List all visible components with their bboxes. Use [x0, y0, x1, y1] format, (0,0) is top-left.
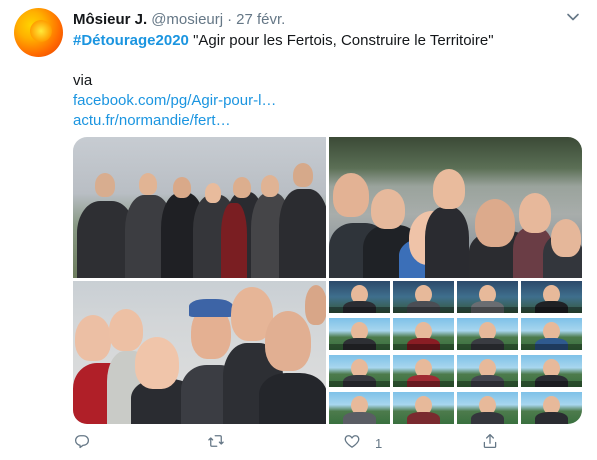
separator-dot: ·: [227, 10, 233, 28]
heart-icon: [343, 432, 361, 455]
reply-button[interactable]: [73, 432, 91, 454]
tweet-actions: 1: [73, 432, 503, 454]
tweet[interactable]: Môsieur J. @mosieurj · 27 févr. #Détoura…: [0, 0, 597, 460]
handle[interactable]: @mosieurj: [151, 11, 223, 28]
photo-faces[interactable]: [73, 281, 326, 424]
actu-link[interactable]: actu.fr/normandie/fert…: [73, 111, 573, 131]
retweet-button[interactable]: [207, 432, 225, 454]
display-name[interactable]: Môsieur J.: [73, 11, 147, 28]
tweet-text-line-1: #Détourage2020 "Agir pour les Fertois, C…: [73, 31, 573, 51]
chevron-down-icon[interactable]: [566, 10, 580, 24]
tweet-quote: "Agir pour les Fertois, Construire le Te…: [188, 32, 494, 49]
photo-group-close[interactable]: [329, 137, 582, 278]
reply-icon: [73, 432, 91, 455]
photo-group-lake[interactable]: [73, 137, 326, 278]
like-button[interactable]: 1: [343, 432, 382, 454]
like-count: 1: [375, 435, 383, 451]
facebook-link[interactable]: facebook.com/pg/Agir-pour-l…: [73, 91, 573, 111]
tweet-header: Môsieur J. @mosieurj · 27 févr.: [73, 9, 285, 29]
tweet-text: #Détourage2020 "Agir pour les Fertois, C…: [73, 31, 573, 131]
retweet-icon: [207, 432, 225, 455]
media-grid: [73, 137, 582, 424]
avatar[interactable]: [14, 8, 63, 57]
hashtag-link[interactable]: #Détourage2020: [73, 32, 189, 49]
photo-portrait-grid[interactable]: [329, 281, 582, 424]
via-label: via: [73, 72, 93, 89]
share-icon: [481, 432, 499, 455]
tweet-date[interactable]: 27 févr.: [236, 11, 285, 28]
share-button[interactable]: [481, 432, 499, 454]
